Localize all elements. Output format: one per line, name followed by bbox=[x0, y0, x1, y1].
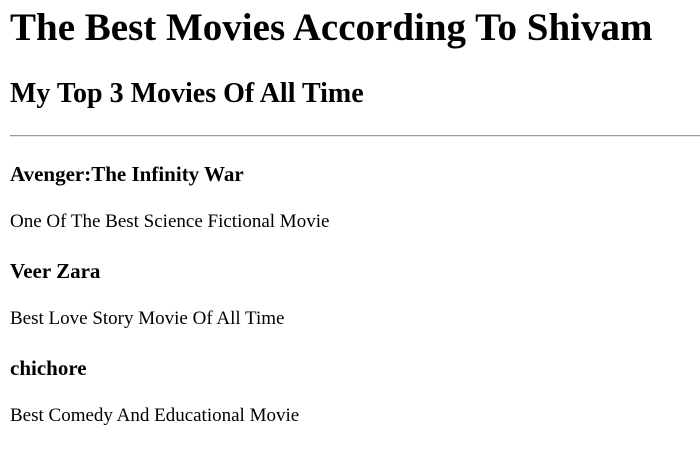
movie-description-avenger-the-infinity-war: One Of The Best Science Fictional Movie bbox=[10, 211, 330, 232]
page-title: The Best Movies According To Shivam bbox=[10, 6, 653, 49]
page: The Best Movies According To Shivam My T… bbox=[0, 0, 700, 472]
movie-title-avenger-the-infinity-war: Avenger:The Infinity War bbox=[10, 162, 244, 186]
movie-description-chichore: Best Comedy And Educational Movie bbox=[10, 405, 300, 426]
page-subtitle: My Top 3 Movies Of All Time bbox=[10, 78, 364, 109]
movie-description-veer-zara: Best Love Story Movie Of All Time bbox=[10, 308, 285, 329]
divider bbox=[10, 135, 700, 137]
movie-title-chichore: chichore bbox=[10, 356, 87, 380]
movie-title-veer-zara: Veer Zara bbox=[10, 259, 101, 283]
